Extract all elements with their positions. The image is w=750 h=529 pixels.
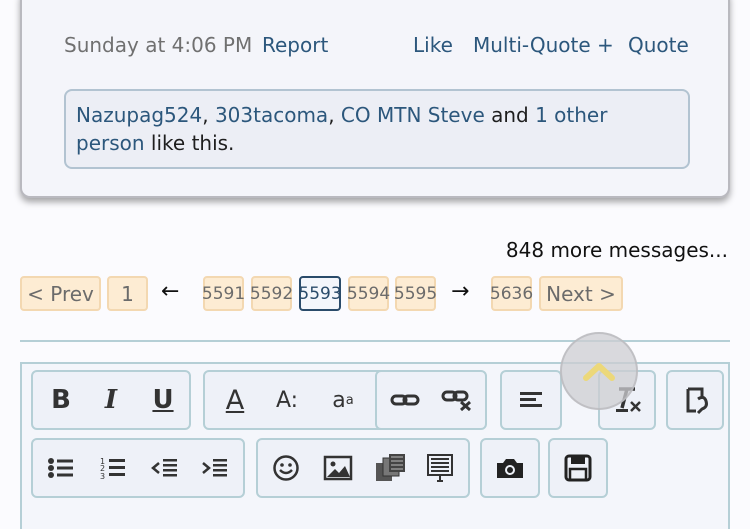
indent-icon[interactable] [193, 440, 237, 496]
bold-icon[interactable]: B [39, 372, 83, 428]
link-group [375, 370, 487, 430]
font-family-glyph: a [332, 387, 346, 413]
more-messages-link[interactable]: 848 more messages... [506, 238, 728, 262]
likes-and: and [484, 103, 536, 127]
liker-link[interactable]: Nazupag524 [76, 103, 202, 127]
page-back-arrow[interactable]: ← [161, 279, 179, 304]
quote-link[interactable]: Quote [628, 33, 689, 57]
like-link[interactable]: Like [413, 33, 453, 57]
font-family-icon[interactable]: aa [321, 372, 365, 428]
font-size-icon[interactable]: A: [265, 372, 309, 428]
multi-quote-link[interactable]: Multi-Quote + [473, 33, 614, 57]
post-container: Sunday at 4:06 PM Report Like Multi-Quot… [20, 0, 730, 198]
page-forward-arrow[interactable]: → [451, 279, 469, 304]
save-draft-group [548, 438, 608, 498]
unlink-icon[interactable] [435, 372, 479, 428]
last-page-button[interactable]: 5636 [490, 276, 533, 311]
bullet-list-icon[interactable] [39, 440, 83, 496]
font-group: A A: aa [203, 370, 387, 430]
image-icon[interactable] [316, 440, 360, 496]
align-group [500, 370, 562, 430]
page-button[interactable]: 5594 [347, 276, 390, 311]
scroll-to-top-button[interactable] [560, 332, 638, 410]
paste-icon[interactable] [674, 372, 718, 428]
camera-group [480, 438, 540, 498]
first-page-button[interactable]: 1 [107, 276, 148, 311]
svg-text:3: 3 [100, 472, 105, 480]
text-color-icon[interactable]: A [213, 372, 257, 428]
page-button[interactable]: 5592 [250, 276, 293, 311]
liker-link[interactable]: CO MTN Steve [341, 103, 485, 127]
report-link[interactable]: Report [262, 33, 328, 57]
paste-group [666, 370, 724, 430]
media-icon[interactable] [368, 440, 412, 496]
likes-summary: Nazupag524, 303tacoma, CO MTN Steve and … [64, 89, 690, 169]
insert-group [256, 438, 470, 498]
link-icon[interactable] [383, 372, 427, 428]
align-icon[interactable] [509, 372, 553, 428]
outdent-icon[interactable] [143, 440, 187, 496]
post-date: Sunday at 4:06 PM [64, 33, 253, 57]
quote-icon[interactable] [418, 440, 462, 496]
next-page-button[interactable]: Next > [539, 276, 623, 311]
italic-icon[interactable]: I [89, 372, 133, 428]
liker-link[interactable]: 303tacoma [215, 103, 328, 127]
numbered-list-icon[interactable]: 123 [91, 440, 135, 496]
list-group: 123 [31, 438, 245, 498]
prev-page-button[interactable]: < Prev [20, 276, 101, 311]
smiley-icon[interactable] [264, 440, 308, 496]
save-draft-icon[interactable] [556, 440, 600, 496]
underline-icon[interactable]: U [141, 372, 185, 428]
likes-separator: , [202, 103, 215, 127]
page-button[interactable]: 5595 [394, 276, 437, 311]
page-button[interactable]: 5591 [202, 276, 245, 311]
current-page-button[interactable]: 5593 [298, 276, 342, 311]
text-style-group: B I U [31, 370, 191, 430]
likes-suffix: like this. [144, 131, 235, 155]
chevron-up-icon [583, 363, 615, 381]
likes-separator: , [328, 103, 341, 127]
camera-icon[interactable] [488, 440, 532, 496]
